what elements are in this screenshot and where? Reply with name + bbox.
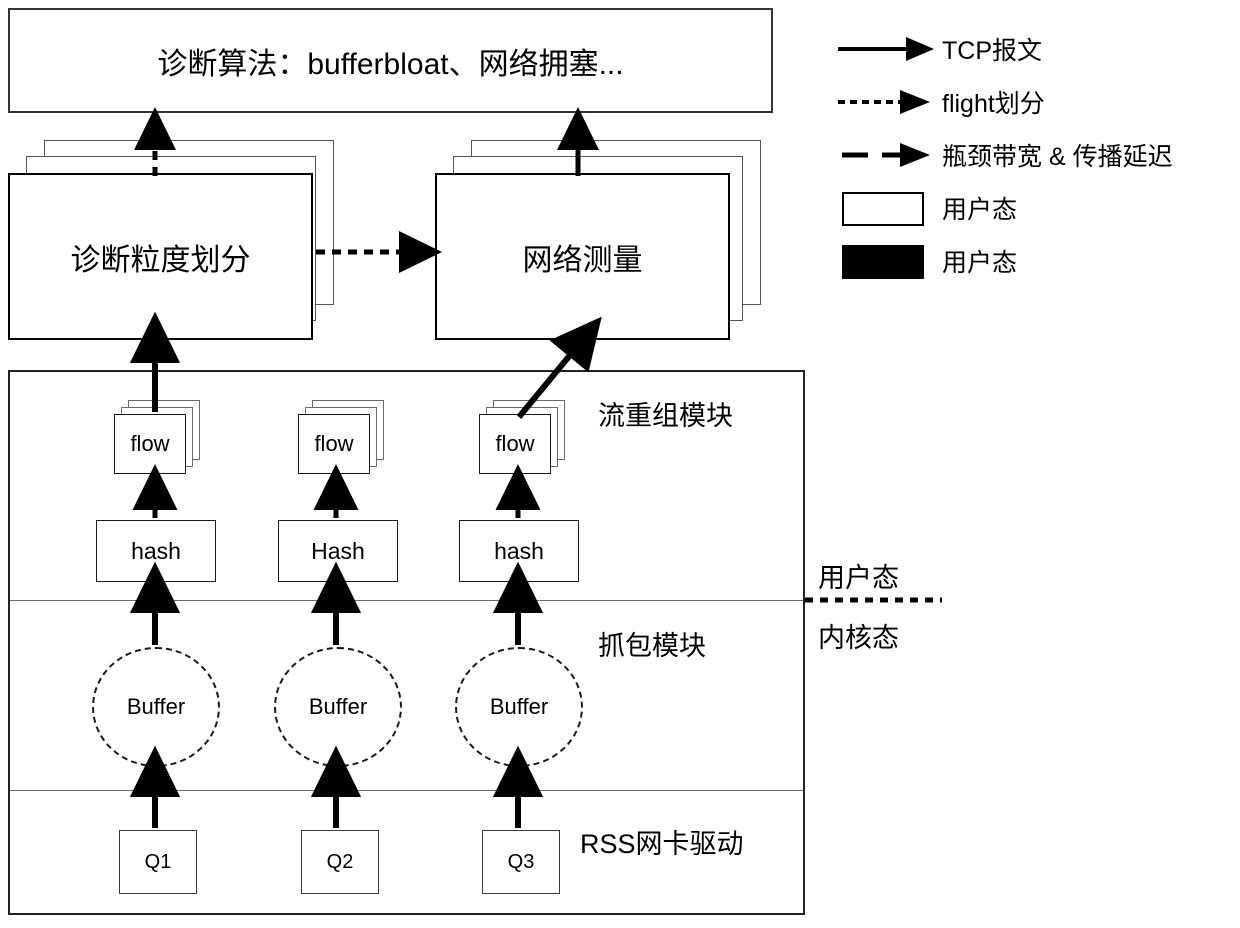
hash-box-col3: hash [459,520,579,582]
section-label-rss-driver: RSS网卡驱动 [580,829,744,859]
legend-item-flight-division: flight划分 [838,75,1238,128]
solid-arrow-icon [838,29,938,69]
section-label-packet-capture: 抓包模块 [598,631,706,661]
legend-label-user-space-white: 用户态 [942,195,1018,224]
flow-box-col1: flow [114,414,186,474]
black-swatch-icon [838,241,938,281]
divider-capture-rss [10,790,803,791]
legend-item-tcp-packet: TCP报文 [838,22,1238,75]
diagram-canvas: 诊断算法：bufferbloat、网络拥塞... 诊断粒度划分 网络测量 流重组… [0,0,1240,928]
main-container: 流重组模块 抓包模块 RSS网卡驱动 flow hash Buffer Q1 f… [8,370,805,915]
legend-label-bottleneck: 瓶颈带宽 & 传播延迟 [942,142,1173,171]
queue-box-col1: Q1 [119,830,197,894]
legend-item-user-space-white: 用户态 [838,181,1238,234]
buffer-label-col1: Buffer [126,694,186,719]
flow-label-col1: flow [130,431,170,456]
diagnosis-algorithm-box: 诊断算法：bufferbloat、网络拥塞... [8,8,773,113]
section-label-flow-reassembly: 流重组模块 [598,401,733,431]
white-swatch-icon [838,188,938,228]
hash-box-col1: hash [96,520,216,582]
buffer-circle-col3: Buffer [455,647,583,767]
legend-item-bottleneck: 瓶颈带宽 & 传播延迟 [838,128,1238,181]
legend-label-flight-division: flight划分 [942,89,1045,118]
hash-label-col3: hash [494,537,544,564]
hash-label-col1: hash [131,537,181,564]
measurement-stack: 网络测量 [435,140,765,340]
buffer-label-col2: Buffer [308,694,368,719]
measurement-box: 网络测量 [435,173,730,340]
user-space-label: 用户态 [818,563,899,593]
queue-box-col3: Q3 [482,830,560,894]
flow-label-col3: flow [495,431,535,456]
queue-label-col3: Q3 [507,850,535,873]
granularity-stack: 诊断粒度划分 [8,140,338,340]
buffer-circle-col1: Buffer [92,647,220,767]
flow-box-col3: flow [479,414,551,474]
legend-item-user-space-black: 用户态 [838,234,1238,287]
legend-label-user-space-black: 用户态 [942,248,1018,277]
dotted-arrow-icon [838,82,938,122]
queue-label-col1: Q1 [144,850,172,873]
buffer-label-col3: Buffer [489,694,549,719]
divider-flow-capture [10,600,803,601]
kernel-space-label: 内核态 [818,623,899,653]
queue-label-col2: Q2 [326,850,354,873]
dashed-arrow-icon [838,135,938,175]
legend-label-tcp-packet: TCP报文 [942,36,1043,65]
diagnosis-algorithm-label: 诊断算法：bufferbloat、网络拥塞... [157,47,624,81]
hash-label-col2: Hash [311,537,365,564]
buffer-circle-col2: Buffer [274,647,402,767]
measurement-label: 网络测量 [522,243,643,277]
flow-box-col2: flow [298,414,370,474]
granularity-box: 诊断粒度划分 [8,173,313,340]
hash-box-col2: Hash [278,520,398,582]
granularity-label: 诊断粒度划分 [70,243,251,277]
legend: TCP报文 flight划分 瓶颈带宽 & 传播延迟 用户态 用户态 [838,22,1238,287]
queue-box-col2: Q2 [301,830,379,894]
flow-label-col2: flow [314,431,354,456]
